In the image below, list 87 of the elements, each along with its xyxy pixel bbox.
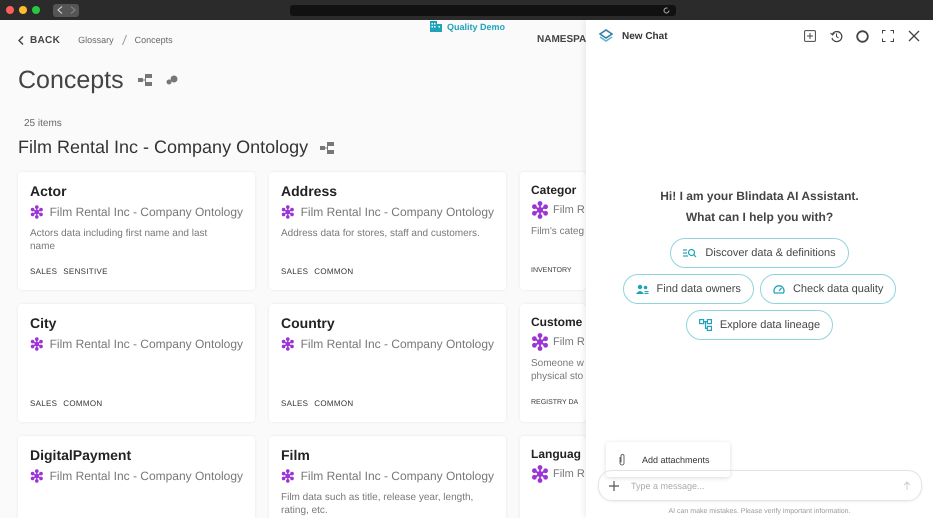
reload-icon bbox=[663, 6, 670, 14]
suggestion-chip[interactable]: Explore data lineage bbox=[686, 310, 834, 340]
search-list-icon bbox=[683, 248, 698, 258]
suggestion-chip[interactable]: Check data quality bbox=[760, 274, 896, 304]
people-icon bbox=[636, 284, 649, 294]
description-text: rating, etc. bbox=[281, 504, 329, 517]
network-icon bbox=[531, 333, 549, 351]
card-title: Country bbox=[281, 315, 336, 331]
circle-icon[interactable] bbox=[856, 30, 869, 42]
description-text: Film's categ bbox=[531, 225, 586, 238]
section-title: Film Rental Inc - Company Ontology bbox=[18, 137, 308, 158]
ontology-label: Film R bbox=[553, 204, 585, 216]
hierarchy-icon bbox=[320, 142, 334, 154]
tag-label: COMMON bbox=[314, 267, 354, 277]
tag-label: SALES bbox=[30, 399, 58, 409]
network-icon bbox=[30, 467, 44, 485]
page-title: Concepts bbox=[18, 66, 124, 94]
tag-label: SALES bbox=[281, 267, 308, 277]
card-title: Categor bbox=[531, 183, 578, 197]
hierarchy-icon bbox=[138, 74, 152, 86]
greeting-text: Hi! I am your Blindata AI Assistant. What can I help you with? bbox=[659, 188, 860, 226]
attachment-menu-item[interactable]: Add attachments bbox=[606, 442, 730, 477]
card-title: Languag bbox=[531, 447, 582, 461]
tag-label: SALES bbox=[281, 399, 308, 409]
card-title: Actor bbox=[30, 183, 68, 199]
bubbles-icon bbox=[166, 75, 178, 85]
building-icon bbox=[430, 21, 442, 32]
description-text: Actors data including first name and last bbox=[30, 227, 208, 240]
chevron-left-icon bbox=[18, 36, 24, 44]
message-input[interactable]: Type a message... bbox=[629, 480, 893, 492]
ontology-label: Film Rental Inc - Company Ontology bbox=[50, 469, 243, 483]
item-count: 25 items bbox=[24, 118, 63, 129]
concept-card[interactable]: Film Film Rental Inc - Company Ontology Film data such as title, release year, length, rating, etc. bbox=[269, 436, 506, 518]
concept-card[interactable]: Address Film Rental Inc - Company Ontology Address data for stores, staff and customers. SALES COMMON bbox=[269, 172, 506, 290]
chevron-left-icon bbox=[56, 6, 62, 14]
concept-card[interactable]: DigitalPayment Film Rental Inc - Company Ontology bbox=[18, 436, 255, 518]
description-text: Address data for stores, staff and customers. bbox=[281, 227, 481, 240]
network-icon bbox=[30, 335, 44, 353]
ontology-label: Film R bbox=[553, 336, 585, 348]
network-icon bbox=[281, 467, 295, 485]
card-title: Custome bbox=[531, 315, 584, 329]
concept-card[interactable]: City Film Rental Inc - Company Ontology SALES COMMON bbox=[18, 304, 255, 422]
card-title: City bbox=[30, 315, 58, 331]
description-text: Someone w bbox=[531, 357, 585, 370]
description-text: physical sto bbox=[531, 370, 584, 383]
card-title: Address bbox=[281, 183, 338, 199]
network-icon bbox=[30, 203, 44, 221]
breadcrumb-link[interactable]: Concepts bbox=[134, 35, 173, 45]
add-icon[interactable] bbox=[804, 30, 817, 42]
tag-label: SALES bbox=[30, 267, 58, 277]
concept-card[interactable]: Languag Film R bbox=[520, 436, 586, 518]
gauge-icon bbox=[772, 284, 785, 294]
description-text: name bbox=[30, 240, 56, 253]
ontology-label: Film Rental Inc - Company Ontology bbox=[300, 337, 494, 351]
close-icon[interactable] bbox=[908, 30, 921, 42]
description-text: Film data such as title, release year, length, bbox=[281, 491, 474, 504]
network-icon bbox=[531, 465, 549, 483]
card-title: Film bbox=[281, 447, 311, 463]
fullscreen-icon[interactable] bbox=[882, 30, 895, 42]
breadcrumb-link[interactable]: Glossary bbox=[78, 35, 114, 45]
suggestion-chip[interactable]: Discover data & definitions bbox=[670, 238, 849, 268]
message-field[interactable]: Type a message... bbox=[598, 470, 922, 501]
network-icon bbox=[531, 201, 549, 219]
ontology-label: Film Rental Inc - Company Ontology bbox=[300, 469, 494, 483]
plus-icon[interactable] bbox=[609, 480, 619, 490]
paperclip-icon bbox=[618, 453, 626, 466]
chat-title: New Chat bbox=[622, 30, 669, 42]
ontology-label: Film Rental Inc - Company Ontology bbox=[300, 205, 494, 219]
tag-label: COMMON bbox=[63, 399, 102, 409]
ontology-label: Film R bbox=[553, 468, 585, 480]
lineage-icon bbox=[698, 319, 712, 331]
suggestion-chip[interactable]: Find data owners bbox=[622, 274, 754, 304]
back-button[interactable]: BACK bbox=[18, 34, 60, 46]
ontology-label: Film Rental Inc - Company Ontology bbox=[50, 205, 243, 219]
slash-icon bbox=[122, 35, 127, 45]
history-icon[interactable] bbox=[830, 30, 843, 42]
network-icon bbox=[281, 203, 295, 221]
concept-card[interactable]: Country Film Rental Inc - Company Ontology SALES COMMON bbox=[269, 304, 506, 422]
stacked-layers-icon bbox=[598, 28, 614, 44]
concept-card[interactable]: Actor Film Rental Inc - Company Ontology Actors data including first name and last name SALES SENSITIVE bbox=[18, 172, 255, 290]
chevron-right-icon bbox=[70, 6, 76, 14]
network-icon bbox=[281, 335, 295, 353]
namespace-label: NAMESPA bbox=[537, 34, 586, 45]
tag-label: COMMON bbox=[314, 399, 354, 409]
card-title: DigitalPayment bbox=[30, 447, 132, 463]
tag-label: SENSITIVE bbox=[63, 267, 108, 277]
ontology-label: Film Rental Inc - Company Ontology bbox=[50, 337, 243, 351]
